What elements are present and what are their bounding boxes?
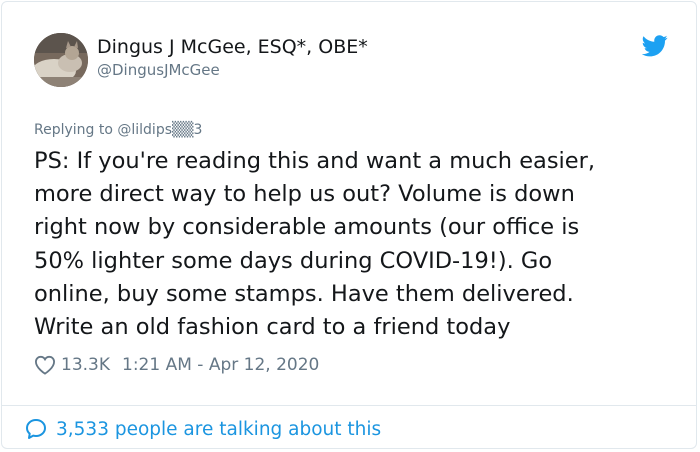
tweet-timestamp[interactable]: 1:21 AM - Apr 12, 2020 [122,355,319,375]
twitter-bird-icon[interactable] [642,35,668,57]
speech-bubble-icon [26,419,46,439]
like-count[interactable]: 13.3K [61,355,110,375]
talking-about-link[interactable]: 3,533 people are talking about this [24,415,381,443]
author-handle[interactable]: @DingusJMcGee [97,60,220,80]
author-display-name[interactable]: Dingus J McGee, ESQ*, OBE* [97,35,368,59]
replying-to-label[interactable]: Replying to @lildips▒▒3 [34,120,202,140]
tweet-text: PS: If you're reading this and want a mu… [34,148,596,341]
talking-about-label[interactable]: 3,533 people are talking about this [56,419,381,440]
heart-outline-icon[interactable] [34,355,56,375]
divider [2,405,696,406]
avatar-image [34,33,88,87]
tweet-card: Dingus J McGee, ESQ*, OBE* @DingusJMcGee… [1,1,697,449]
tweet-meta: 13.3K 1:21 AM - Apr 12, 2020 [34,352,319,378]
avatar[interactable] [34,33,88,87]
